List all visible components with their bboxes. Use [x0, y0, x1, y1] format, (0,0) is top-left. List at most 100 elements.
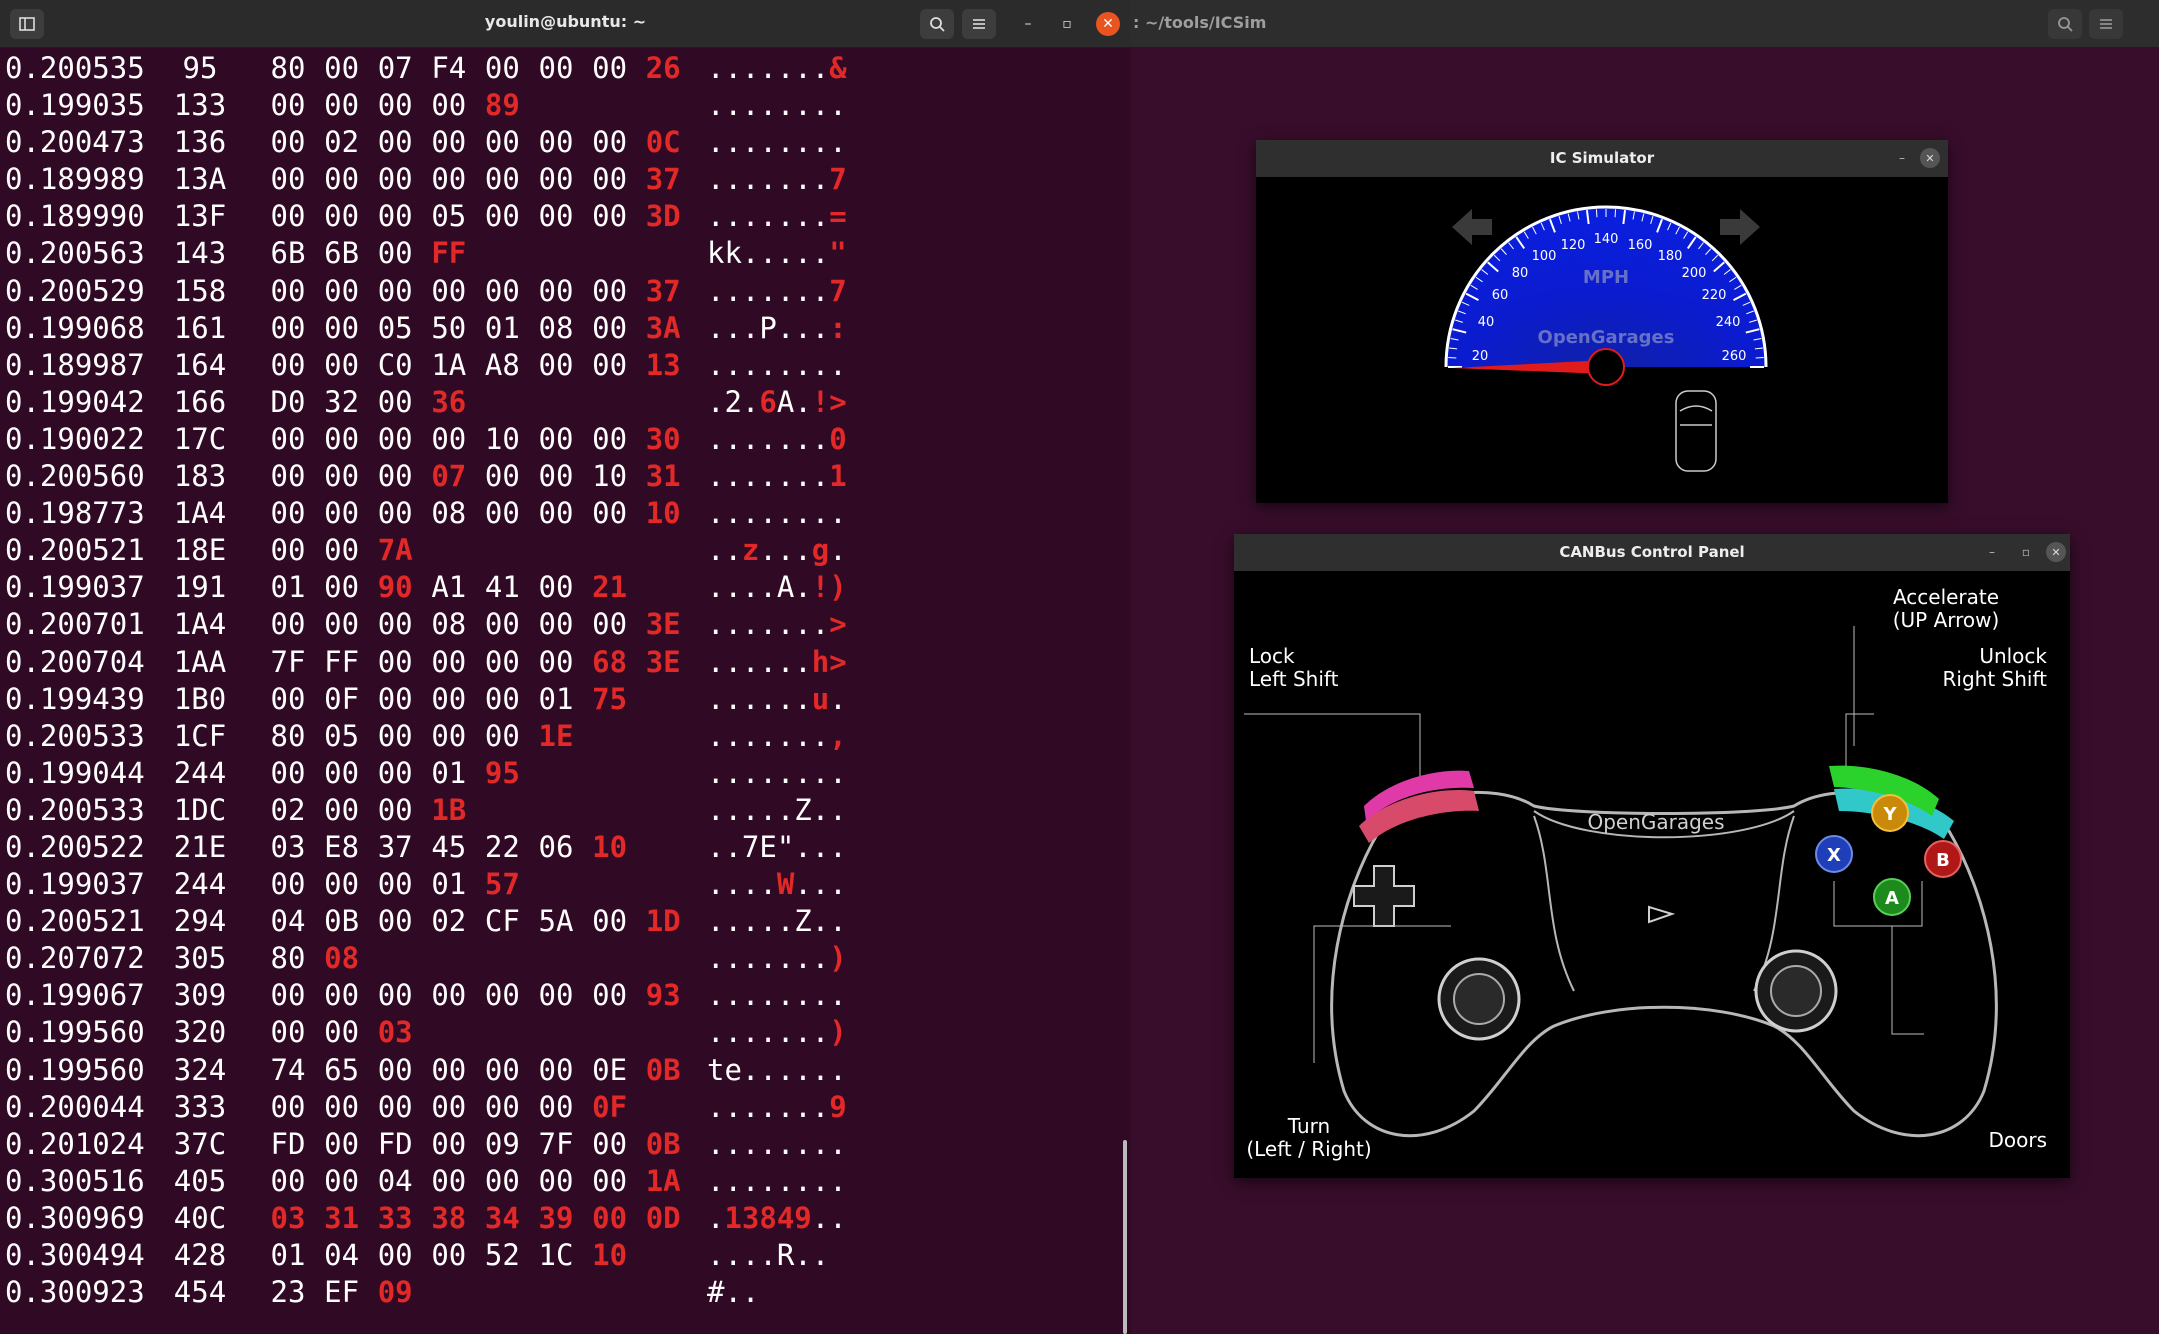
data-byte: 05 — [377, 310, 413, 345]
data-byte: 80 — [270, 718, 306, 753]
ic-minimize-button[interactable]: – — [1892, 148, 1912, 168]
data-byte: 0F — [324, 681, 360, 716]
ascii-chunk: ...... — [707, 681, 812, 716]
canbus-minimize-button[interactable]: – — [1982, 542, 2002, 562]
ascii-chunk: ) — [829, 1015, 847, 1050]
data-byte: 00 — [324, 792, 360, 827]
can-id: 320 — [173, 1015, 227, 1050]
ascii-column: ........ — [707, 124, 847, 161]
timestamp: 0.189987 — [5, 347, 145, 382]
ascii-chunk: .. — [811, 1200, 847, 1235]
data-byte: D0 — [270, 384, 306, 419]
data-byte: 00 — [484, 162, 520, 197]
data-byte: 00 — [538, 421, 574, 456]
unit-label: MPH — [1583, 267, 1629, 288]
data-byte: 00 — [592, 904, 628, 939]
terminal-window[interactable]: youlin@ubuntu: ~ – ▫ ✕ 0.200535 95 80 00 07 F… — [0, 0, 1131, 1334]
gamepad-brand: OpenGarages — [1587, 810, 1724, 834]
tick-label-160: 160 — [1628, 238, 1653, 253]
data-byte: 00 — [592, 607, 628, 642]
timestamp: 0.199042 — [5, 384, 145, 419]
data-byte: 3D — [645, 199, 681, 234]
minimize-button[interactable]: – — [1016, 12, 1040, 36]
canbus-maximize-button[interactable]: ▫ — [2016, 542, 2036, 562]
data-byte: 5A — [538, 904, 574, 939]
canbus-close-button[interactable]: ✕ — [2046, 542, 2066, 562]
ascii-chunk: te...... — [707, 1052, 847, 1087]
data-byte: CF — [484, 904, 520, 939]
data-byte: 1B — [431, 792, 467, 827]
data-byte: 00 — [484, 681, 520, 716]
timestamp: 0.200521 — [5, 533, 145, 568]
data-byte: 00 — [377, 718, 413, 753]
data-byte: 00 — [377, 755, 413, 790]
can-id: 21E — [173, 829, 227, 864]
data-byte: 38 — [431, 1200, 467, 1235]
data-byte: 00 — [377, 681, 413, 716]
data-byte: 00 — [377, 904, 413, 939]
tick-label-40: 40 — [1478, 315, 1495, 330]
close-button[interactable]: ✕ — [1096, 12, 1120, 36]
canbus-titlebar[interactable]: CANBus Control Panel – ▫ ✕ — [1234, 534, 2070, 571]
data-byte: 00 — [324, 421, 360, 456]
data-byte: 00 — [484, 125, 520, 160]
ascii-chunk: ..7E"... — [707, 829, 847, 864]
menu-button[interactable] — [962, 9, 996, 39]
data-byte: 3A — [645, 310, 681, 345]
scrollbar[interactable] — [1123, 1140, 1127, 1334]
timestamp: 0.199560 — [5, 1015, 145, 1050]
data-byte: 00 — [377, 1089, 413, 1124]
ascii-column: .....Z.. — [707, 792, 847, 829]
timestamp: 0.199067 — [5, 978, 145, 1013]
ic-simulator-titlebar[interactable]: IC Simulator – ✕ — [1256, 140, 1948, 177]
lock-label: Lock — [1249, 644, 1295, 668]
ic-simulator-window[interactable]: IC Simulator – ✕ 20 40 60 80 100 120 140… — [1256, 140, 1948, 503]
data-byte: 3E — [645, 644, 681, 679]
background-terminal-titlebar[interactable]: : ~/tools/ICSim — [1131, 0, 2159, 47]
ascii-chunk: ........ — [707, 1126, 847, 1161]
can-id: 454 — [173, 1275, 227, 1310]
data-byte: 00 — [377, 384, 413, 419]
ascii-column: te...... — [707, 1052, 847, 1089]
timestamp: 0.199068 — [5, 310, 145, 345]
data-byte: 3E — [645, 607, 681, 642]
turn-label: Turn — [1287, 1114, 1331, 1138]
timestamp: 0.200560 — [5, 459, 145, 494]
ascii-column: .......) — [707, 1014, 847, 1051]
data-byte: 00 — [324, 199, 360, 234]
data-byte: 39 — [538, 1200, 574, 1235]
ic-close-button[interactable]: ✕ — [1920, 148, 1940, 168]
search-button[interactable] — [920, 9, 954, 39]
canbus-control-panel-window[interactable]: CANBus Control Panel – ▫ ✕ OpenGarages Y… — [1234, 534, 2070, 1178]
gamepad-body — [1330, 790, 1998, 1138]
maximize-button[interactable]: ▫ — [1055, 12, 1079, 36]
can-id: 1A4 — [173, 496, 227, 531]
ascii-column: .......) — [707, 940, 847, 977]
can-id: 309 — [173, 978, 227, 1013]
can-id: 40C — [173, 1200, 227, 1235]
data-byte: 65 — [324, 1052, 360, 1087]
svg-text:A: A — [1885, 888, 1899, 909]
ascii-chunk: ....... — [707, 162, 830, 197]
data-byte: 00 — [270, 607, 306, 642]
data-byte: 00 — [484, 978, 520, 1013]
data-byte: 00 — [270, 88, 306, 123]
data-byte: 7A — [377, 533, 413, 568]
data-byte: 37 — [377, 829, 413, 864]
background-search-button[interactable] — [2048, 9, 2082, 39]
background-menu-button[interactable] — [2089, 9, 2123, 39]
data-byte: 00 — [324, 607, 360, 642]
terminal-titlebar[interactable]: youlin@ubuntu: ~ – ▫ ✕ — [0, 0, 1131, 48]
ascii-chunk: .....Z.. — [707, 792, 847, 827]
ascii-chunk: ....... — [707, 51, 830, 85]
data-byte: 0B — [645, 1126, 681, 1161]
ascii-chunk: ........ — [707, 978, 847, 1013]
data-byte: 04 — [270, 904, 306, 939]
data-byte: 01 — [270, 1238, 306, 1272]
gamepad-illustration: OpenGarages Y X B A — [1244, 626, 1998, 1138]
doors-label: Doors — [1988, 1128, 2047, 1152]
ascii-chunk: ....... — [707, 1089, 830, 1124]
can-id: 158 — [173, 273, 227, 308]
data-byte: 0E — [592, 1052, 628, 1087]
data-byte: 08 — [431, 607, 467, 642]
